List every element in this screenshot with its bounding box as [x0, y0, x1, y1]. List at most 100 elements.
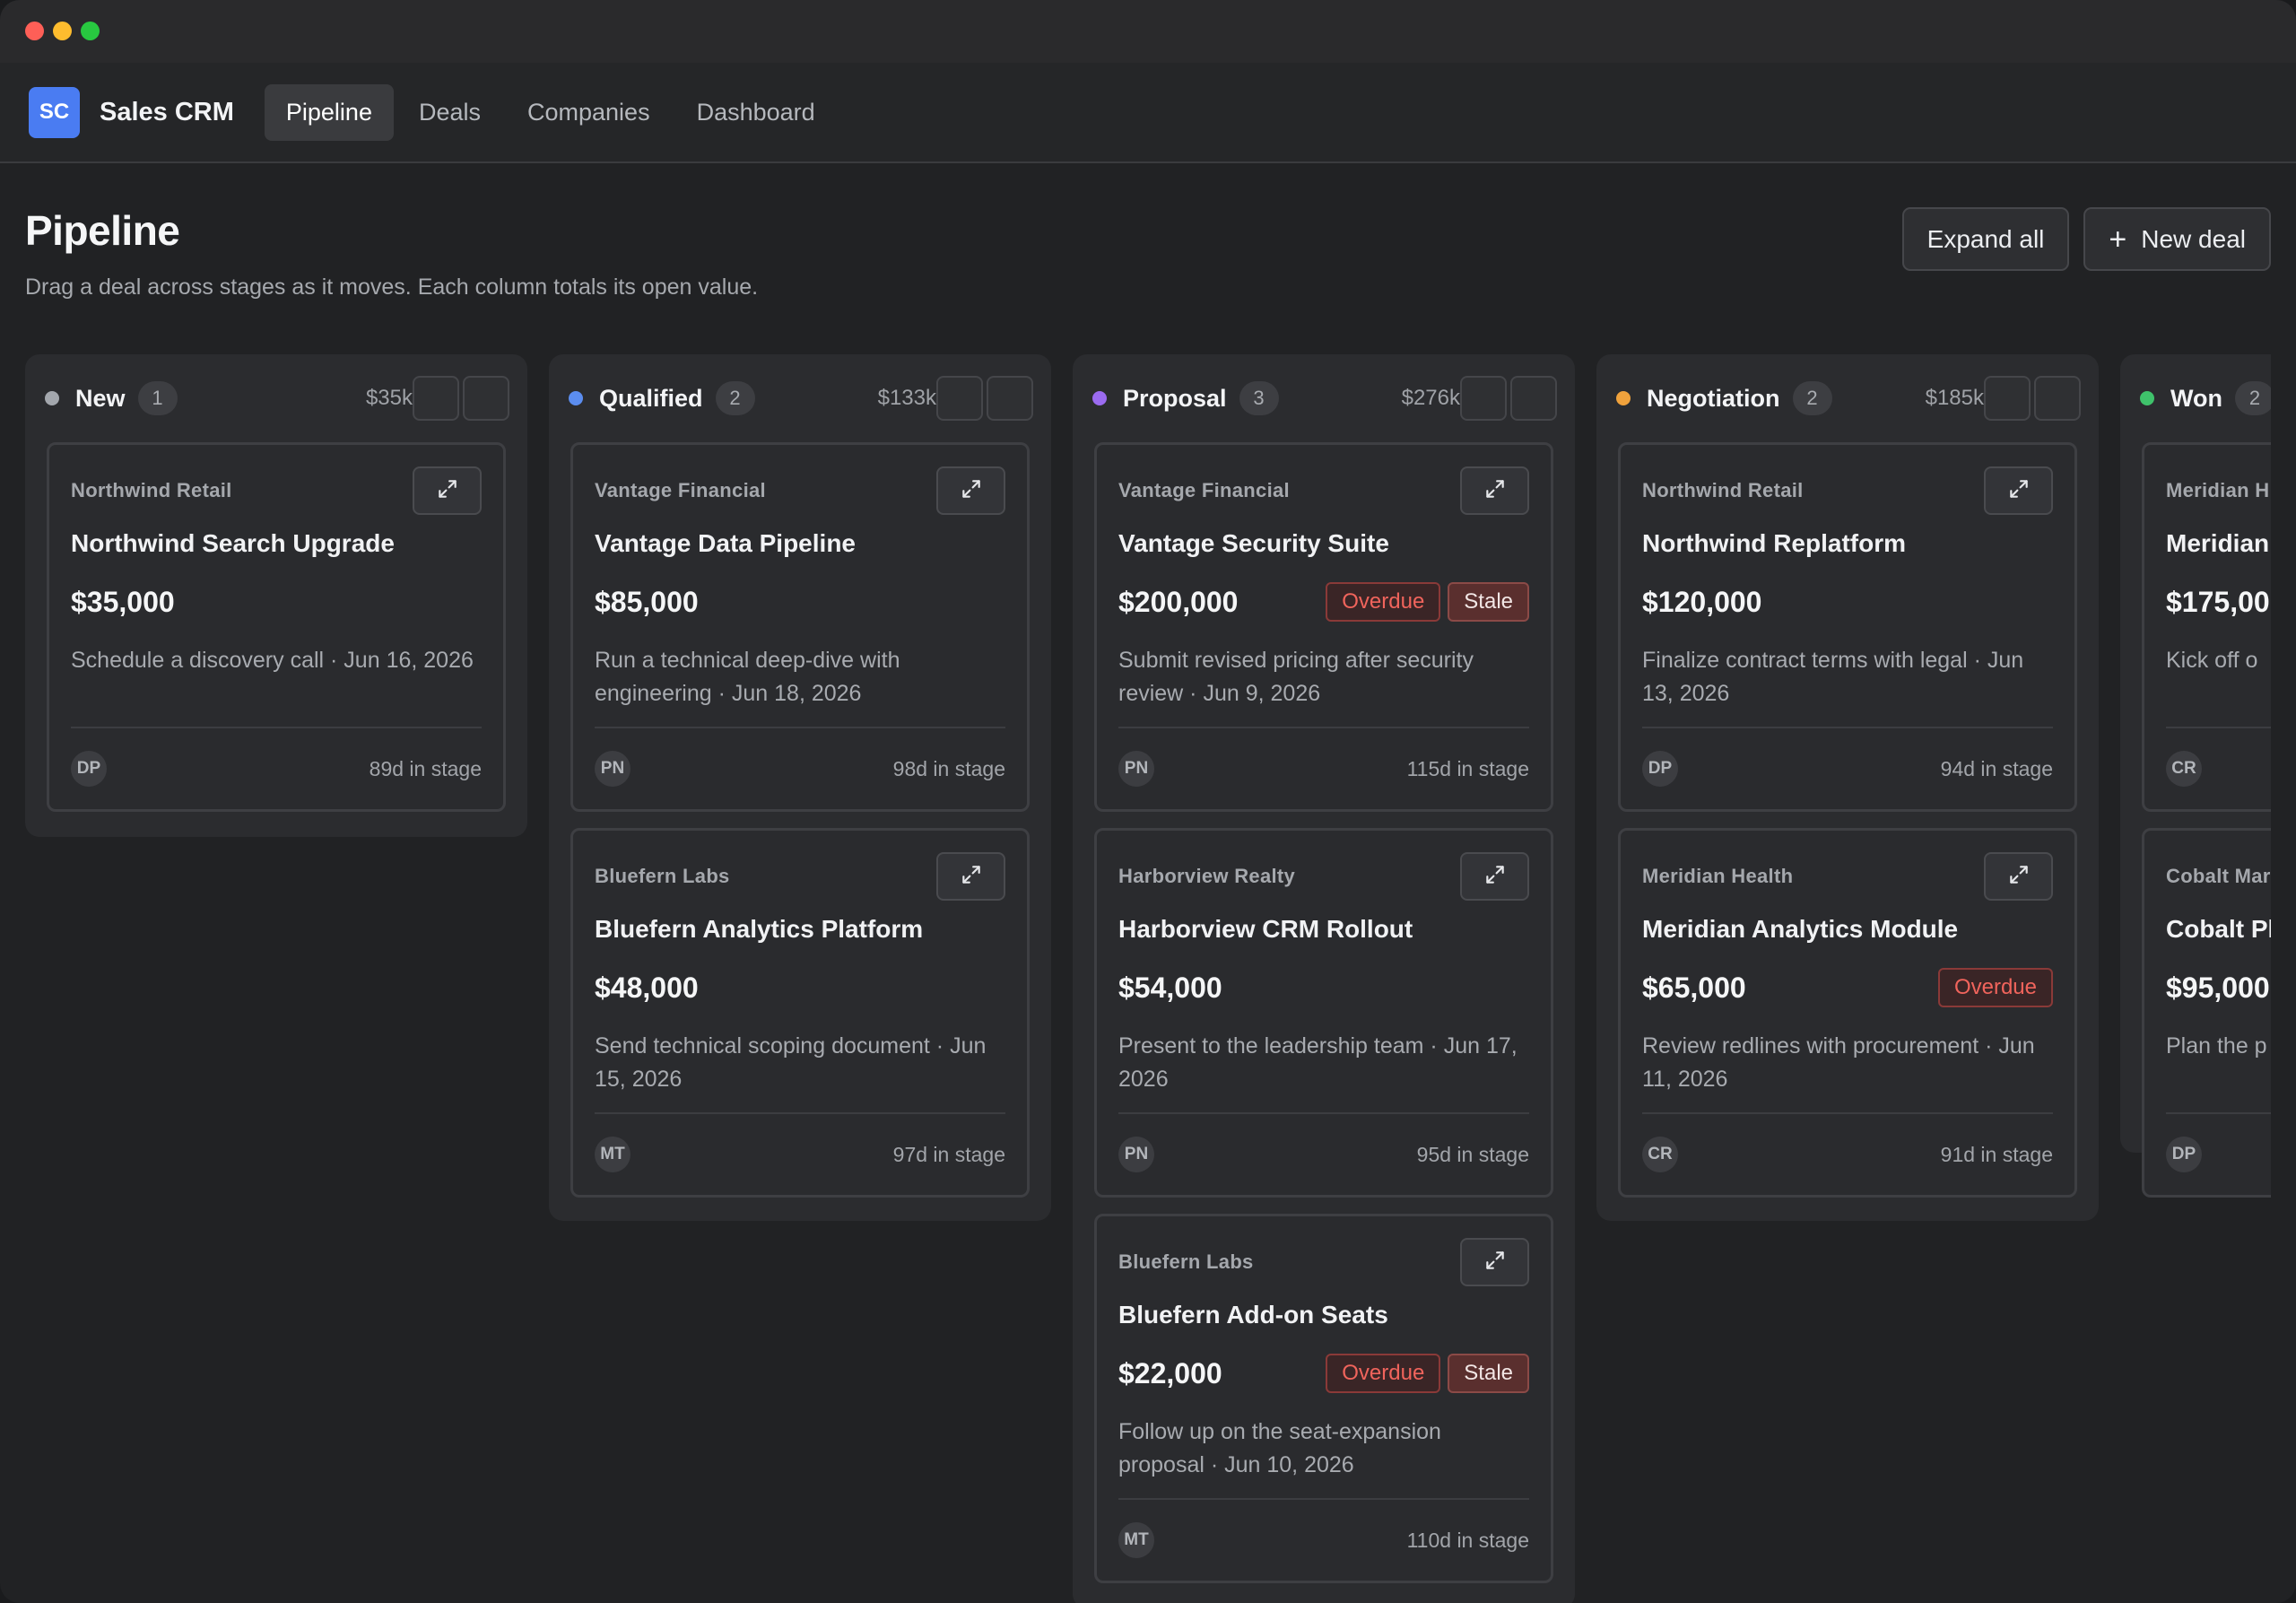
- deal-card[interactable]: Vantage Financial Vantage Data Pipeline $8…: [570, 442, 1030, 812]
- pipeline-board: New 1 $35k Northwind Retail Northwind Search…: [25, 354, 2271, 1603]
- deal-title: Cobalt Pl: [2166, 915, 2271, 943]
- stage-menu-button[interactable]: [1510, 376, 1557, 421]
- deal-card[interactable]: Vantage Financial Vantage Security Suite $…: [1094, 442, 1553, 812]
- deal-next-step: Submit revised pricing after security re…: [1118, 648, 1474, 706]
- expand-deal-button[interactable]: [1460, 852, 1529, 901]
- title-bar: [0, 0, 2296, 63]
- tab-dashboard[interactable]: Dashboard: [675, 84, 837, 141]
- deal-amount: $175,00: [2166, 585, 2270, 618]
- deal-amount: $65,000: [1642, 971, 1746, 1004]
- stage-header: Proposal 3 $276k: [1092, 354, 1557, 442]
- deal-card[interactable]: Northwind Retail Northwind Replatform $120…: [1618, 442, 2077, 812]
- stage-name: Qualified: [599, 384, 703, 412]
- owner-avatar: MT: [1118, 1522, 1154, 1558]
- deal-next-step: Follow up on the seat-expansion proposal…: [1118, 1419, 1441, 1477]
- owner-avatar: PN: [595, 751, 631, 787]
- expand-deal-button[interactable]: [1460, 466, 1529, 515]
- stage-menu-button[interactable]: [2034, 376, 2081, 421]
- deal-footer: CR: [2166, 727, 2271, 809]
- stage-menu-button[interactable]: [987, 376, 1033, 421]
- app-logo: SC: [29, 86, 80, 138]
- owner-avatar: PN: [1118, 751, 1154, 787]
- stage-actions: [1984, 376, 2081, 421]
- stage-actions: [413, 376, 509, 421]
- deal-next-step: Send technical scoping document · Jun 15…: [595, 1033, 987, 1092]
- deal-card[interactable]: Bluefern Labs Bluefern Add-on Seats $22,00…: [1094, 1214, 1553, 1583]
- deal-amount-row: $22,000 Overdue Stale: [1118, 1353, 1529, 1394]
- time-in-stage: 91d in stage: [1940, 1142, 2053, 1166]
- deal-next-step: Finalize contract terms with legal · Jun…: [1642, 648, 2024, 706]
- stage-count-badge: 2: [715, 381, 755, 415]
- tab-companies[interactable]: Companies: [506, 84, 672, 141]
- close-window-button[interactable]: [25, 22, 44, 40]
- deal-footer: DP: [2166, 1112, 2271, 1195]
- expand-arrows-icon: [1483, 477, 1507, 505]
- overdue-badge: Overdue: [1326, 582, 1441, 622]
- deal-card[interactable]: Meridian Health Meridian Analytics Module…: [1618, 828, 2077, 1198]
- stage-total: $133k: [877, 386, 936, 410]
- deal-amount: $95,000: [2166, 971, 2270, 1004]
- tab-deals[interactable]: Deals: [397, 84, 502, 141]
- expand-deal-button[interactable]: [1984, 852, 2053, 901]
- stage-collapse-button[interactable]: [1984, 376, 2031, 421]
- deal-amount-row: $120,000: [1642, 581, 2053, 623]
- time-in-stage: 98d in stage: [892, 756, 1005, 780]
- expand-all-label: Expand all: [1926, 224, 2045, 253]
- header-actions: Expand all + New deal: [1901, 207, 2271, 271]
- time-in-stage: 89d in stage: [369, 756, 482, 780]
- deal-company: Cobalt Mar: [2166, 865, 2271, 887]
- expand-all-button[interactable]: Expand all: [1901, 207, 2070, 271]
- stage-collapse-button[interactable]: [936, 376, 983, 421]
- minimize-window-button[interactable]: [53, 22, 72, 40]
- stage-count-badge: 2: [2234, 381, 2271, 415]
- owner-avatar: CR: [1642, 1137, 1678, 1172]
- deal-amount-row: $48,000: [595, 967, 1005, 1008]
- deal-amount: $22,000: [1118, 1356, 1222, 1390]
- deal-card[interactable]: Cobalt Mar Cobalt Pl $95,000 Plan the p DP: [2142, 828, 2271, 1198]
- deal-card[interactable]: Meridian H Meridian $175,00 Kick off o CR: [2142, 442, 2271, 812]
- expand-deal-button[interactable]: [936, 466, 1005, 515]
- plus-icon: +: [2109, 222, 2127, 257]
- deal-amount-row: $54,000: [1118, 967, 1529, 1008]
- stale-badge: Stale: [1448, 1354, 1529, 1393]
- deal-amount: $120,000: [1642, 585, 1762, 618]
- deal-footer: PN 115d in stage: [1118, 727, 1529, 809]
- deal-title: Northwind Replatform: [1642, 529, 1906, 557]
- overdue-badge: Overdue: [1326, 1354, 1441, 1393]
- stage-count-badge: 1: [137, 381, 178, 415]
- stage-name: New: [75, 384, 126, 412]
- stage-column-proposal: Proposal 3 $276k Vantage Financial Vantage S…: [1073, 354, 1575, 1603]
- stage-name: Proposal: [1123, 384, 1227, 412]
- stage-header: Negotiation 2 $185k: [1616, 354, 2081, 442]
- tab-pipeline[interactable]: Pipeline: [264, 83, 394, 141]
- expand-deal-button[interactable]: [1984, 466, 2053, 515]
- deal-card[interactable]: Harborview Realty Harborview CRM Rollout $…: [1094, 828, 1553, 1198]
- stage-actions: [936, 376, 1033, 421]
- deal-footer: MT 97d in stage: [595, 1112, 1005, 1195]
- stage-count-badge: 3: [1239, 381, 1279, 415]
- stage-collapse-button[interactable]: [413, 376, 459, 421]
- maximize-window-button[interactable]: [81, 22, 100, 40]
- deal-amount: $35,000: [71, 585, 175, 618]
- expand-deal-button[interactable]: [936, 852, 1005, 901]
- deal-next-step: Schedule a discovery call · Jun 16, 2026: [71, 648, 474, 673]
- stage-column-qualified: Qualified 2 $133k Vantage Financial Vantage …: [549, 354, 1051, 1221]
- window-controls: [25, 22, 100, 40]
- stage-color-dot: [569, 391, 583, 405]
- deal-footer: CR 91d in stage: [1642, 1112, 2053, 1195]
- time-in-stage: 97d in stage: [892, 1142, 1005, 1166]
- deal-card[interactable]: Bluefern Labs Bluefern Analytics Platform…: [570, 828, 1030, 1198]
- expand-deal-button[interactable]: [413, 466, 482, 515]
- time-in-stage: 115d in stage: [1406, 756, 1529, 780]
- deal-card[interactable]: Northwind Retail Northwind Search Upgrade…: [47, 442, 506, 812]
- new-deal-button[interactable]: + New deal: [2083, 207, 2271, 271]
- expand-arrows-icon: [960, 477, 983, 505]
- stage-collapse-button[interactable]: [1460, 376, 1507, 421]
- expand-deal-button[interactable]: [1460, 1238, 1529, 1286]
- deal-amount: $200,000: [1118, 585, 1239, 618]
- deal-next-step: Review redlines with procurement · Jun 1…: [1642, 1033, 2035, 1092]
- stage-menu-button[interactable]: [463, 376, 509, 421]
- deal-title: Bluefern Add-on Seats: [1118, 1301, 1388, 1329]
- stage-color-dot: [1092, 391, 1107, 405]
- expand-arrows-icon: [436, 477, 459, 505]
